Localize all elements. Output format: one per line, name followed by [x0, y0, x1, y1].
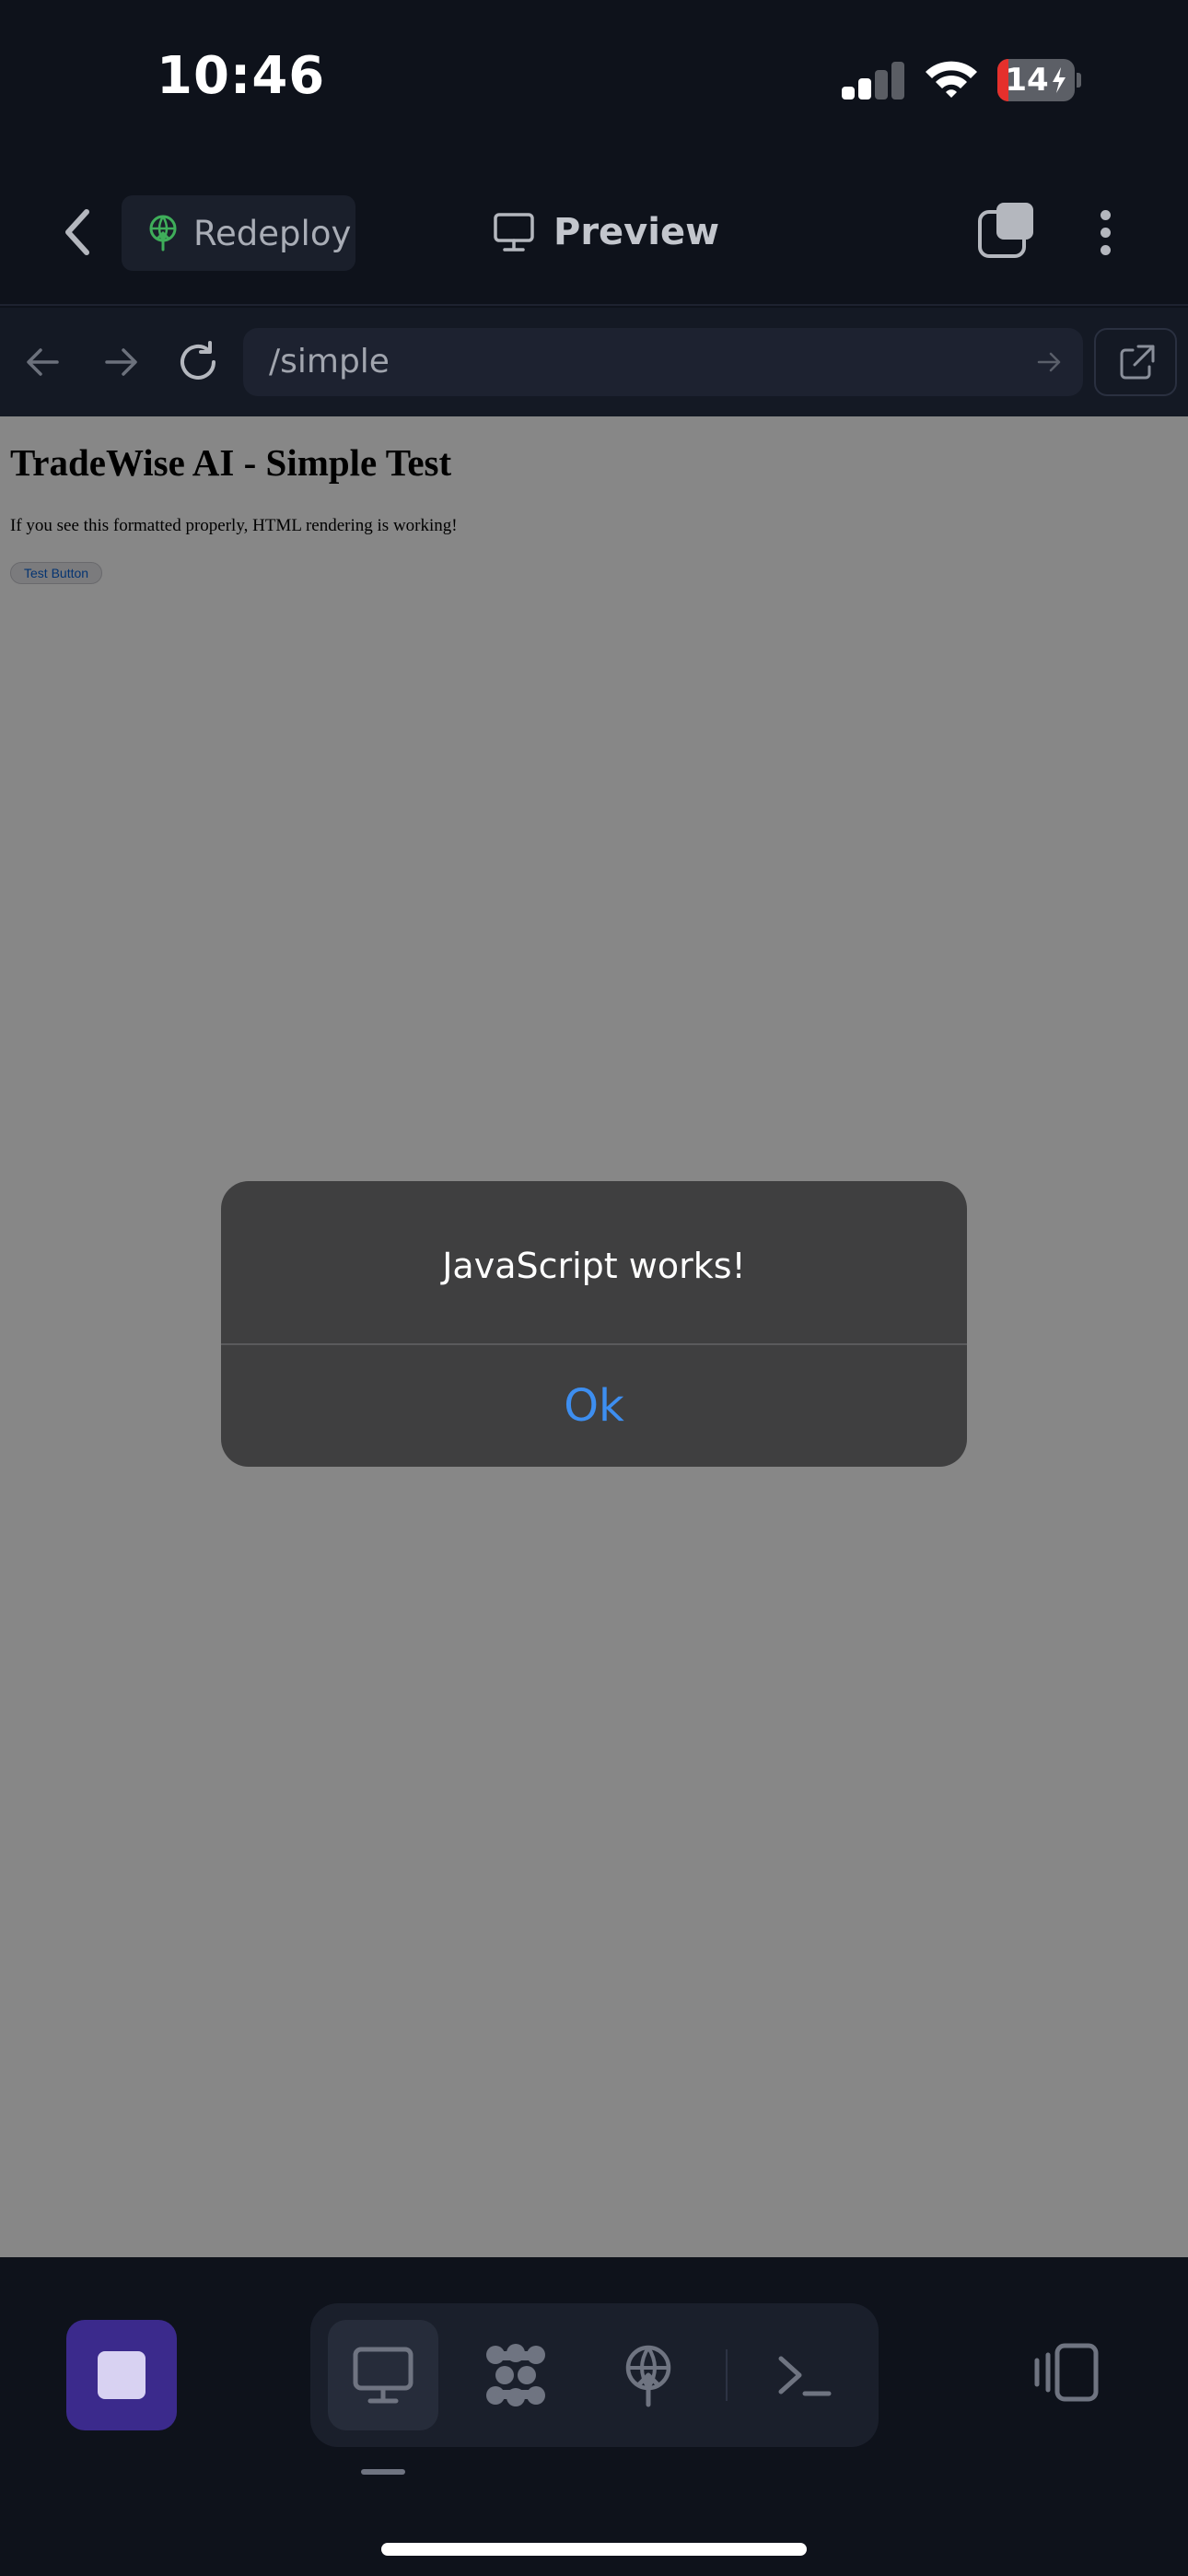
tool-terminal-button[interactable] [750, 2320, 860, 2430]
tool-agent-button[interactable] [460, 2320, 571, 2430]
redeploy-button[interactable]: Redeploy [122, 195, 355, 271]
home-indicator [381, 2543, 807, 2556]
browser-back-button[interactable] [20, 339, 66, 385]
signal-bar [858, 78, 871, 100]
battery-indicator: 14 [997, 59, 1081, 101]
terminal-icon [778, 2356, 832, 2396]
preview-title: Preview [493, 205, 719, 260]
signal-bar [842, 87, 855, 100]
device-switch-icon [1034, 2343, 1099, 2402]
monitor-icon [353, 2347, 413, 2404]
alert-dialog: JavaScript works! Ok [221, 1181, 967, 1467]
status-time: 10:46 [157, 46, 326, 106]
deploy-icon [625, 2345, 671, 2407]
external-link-icon [1120, 345, 1155, 380]
monitor-icon [494, 213, 534, 252]
tabs-icon [978, 203, 1033, 258]
globe-upload-icon [149, 215, 177, 252]
back-button[interactable] [55, 205, 99, 260]
url-text: /simple [269, 343, 390, 381]
more-options-button[interactable] [1087, 205, 1124, 260]
reload-icon [181, 341, 215, 380]
alert-ok-button[interactable]: Ok [221, 1345, 967, 1467]
open-external-button[interactable] [1094, 328, 1177, 396]
tool-separator [726, 2349, 728, 2401]
arrow-left-icon [27, 348, 59, 376]
alert-message: JavaScript works! [442, 1246, 746, 1286]
signal-bar [875, 70, 888, 100]
charging-bolt-icon [1052, 67, 1066, 93]
reload-button[interactable] [175, 339, 221, 385]
arrow-right-icon [105, 348, 137, 376]
cellular-signal-icon [842, 61, 906, 100]
signal-bar [891, 62, 904, 100]
redeploy-label: Redeploy [193, 213, 352, 253]
agent-icon [486, 2344, 545, 2406]
browser-forward-button[interactable] [98, 339, 144, 385]
tool-page-indicator [361, 2469, 405, 2475]
chevron-left-icon [65, 209, 89, 255]
stop-button[interactable] [66, 2320, 177, 2430]
bottom-toolbar [0, 2259, 1188, 2576]
page-title: Preview [553, 211, 720, 253]
tabs-button[interactable] [976, 201, 1035, 260]
arrow-right-icon[interactable] [1035, 348, 1063, 376]
tool-deploy-button[interactable] [593, 2320, 704, 2430]
app-header: Redeploy Preview [0, 157, 1188, 306]
device-switch-button[interactable] [1031, 2342, 1100, 2403]
stop-icon [98, 2351, 146, 2399]
wifi-icon [924, 57, 979, 100]
url-input[interactable]: /simple [243, 328, 1083, 396]
tool-switcher [310, 2303, 879, 2447]
battery-level: 14 [997, 59, 1075, 101]
status-bar: 10:46 14 [0, 0, 1188, 157]
browser-toolbar: /simple [0, 308, 1188, 416]
tool-preview-button[interactable] [328, 2320, 438, 2430]
